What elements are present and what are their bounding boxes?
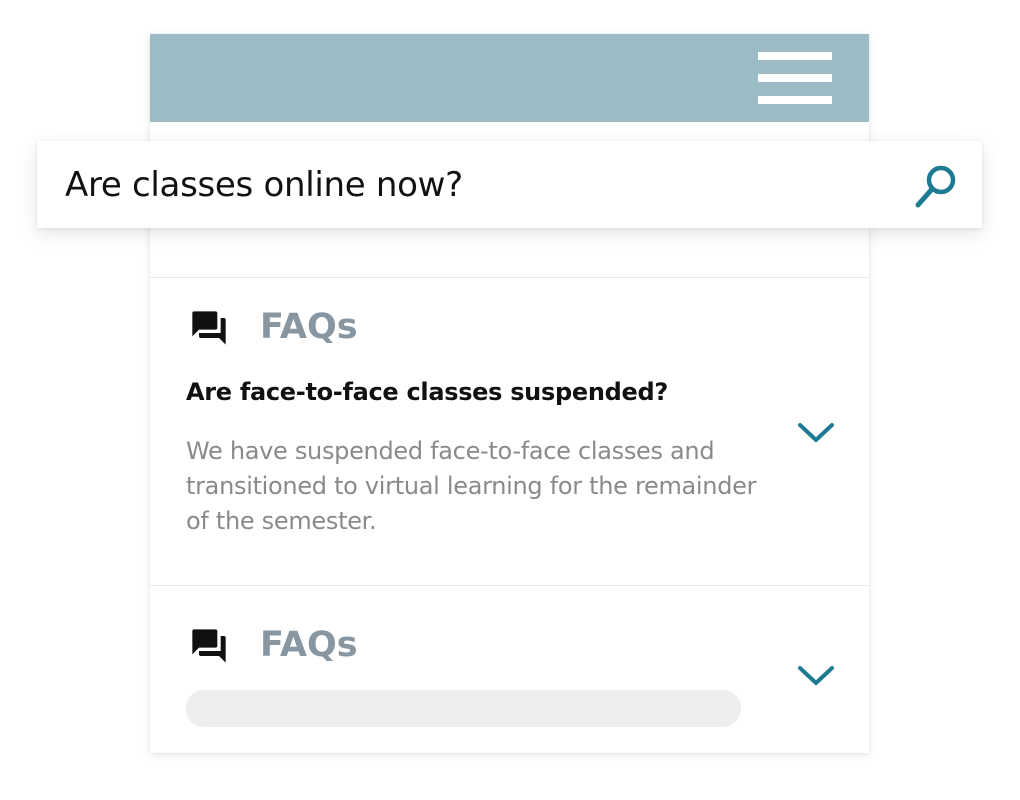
- faq-question[interactable]: Are face-to-face classes suspended?: [186, 378, 766, 407]
- loading-placeholder: [186, 690, 741, 727]
- faq-answer: We have suspended face-to-face classes a…: [186, 437, 757, 535]
- search-bar: [37, 141, 982, 228]
- chevron-down-icon[interactable]: [796, 420, 836, 446]
- chevron-down-icon[interactable]: [796, 663, 836, 689]
- faq-heading: FAQs: [260, 307, 358, 347]
- forum-chat-icon: [192, 629, 226, 663]
- hamburger-menu-icon[interactable]: [758, 52, 832, 104]
- faq-heading: FAQs: [260, 625, 358, 665]
- search-input[interactable]: [65, 155, 885, 215]
- forum-chat-icon: [192, 311, 226, 345]
- menu-line: [758, 74, 832, 82]
- faq-card: FAQs Are face-to-face classes suspended?…: [150, 278, 869, 584]
- menu-line: [758, 96, 832, 104]
- menu-line: [758, 52, 832, 60]
- top-header-bar: [150, 34, 869, 122]
- search-icon[interactable]: [911, 162, 961, 212]
- faq-card: FAQs: [150, 586, 869, 753]
